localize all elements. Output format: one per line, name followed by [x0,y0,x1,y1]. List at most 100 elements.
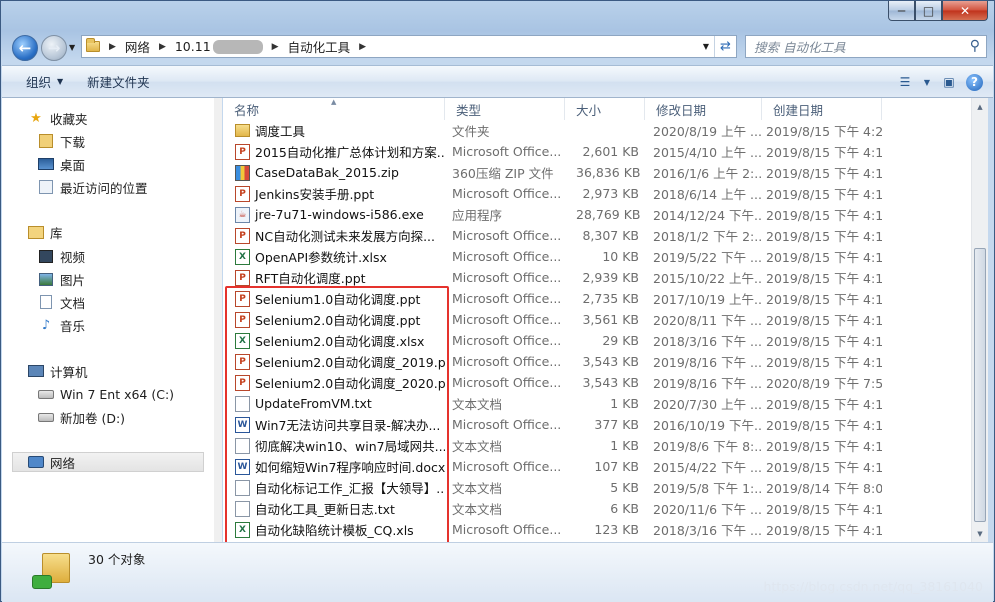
table-row[interactable]: 自动化标记工作_汇报【大领导】... 文本文档 5 KB 2019/5/8 下午 1:… [223,477,971,498]
nav-item-drive-c[interactable]: Win 7 Ent x64 (C:) [38,384,174,404]
table-row[interactable]: X Selenium2.0自动化调度.xlsx Microsoft Office..… [223,330,971,351]
ppt-file-icon: P [235,290,250,307]
new-folder-button[interactable]: 新建文件夹 [75,72,162,91]
scroll-up-icon[interactable]: ▲ [972,98,988,115]
table-row[interactable]: P RFT自动化调度.ppt Microsoft Office... 2,939 KB… [223,267,971,288]
nav-item-documents[interactable]: 文档 [38,292,85,312]
nav-item-downloads[interactable]: 下载 [38,131,85,151]
table-row[interactable]: X 自动化缺陷统计模板_CQ.xls Microsoft Office... 123 … [223,519,971,540]
file-name-cell[interactable]: X OpenAPI参数统计.xlsx [223,247,445,266]
scroll-down-icon[interactable]: ▼ [972,525,988,542]
file-list-scrollbar[interactable]: ▲ ▼ [971,98,988,542]
nav-item-videos[interactable]: 视频 [38,246,85,266]
nav-computer[interactable]: 计算机 [28,361,88,381]
breadcrumb-separator[interactable]: ▶ [354,42,371,52]
nav-item-recent[interactable]: 最近访问的位置 [38,177,148,197]
file-name-cell[interactable]: P RFT自动化调度.ppt [223,268,445,287]
preview-pane-icon[interactable]: ▣ [938,72,960,92]
file-name-cell[interactable]: 调度工具 [223,121,445,140]
breadcrumb-current-folder[interactable]: 自动化工具 [284,37,355,56]
table-row[interactable]: 自动化工具_更新日志.txt 文本文档 6 KB 2020/11/6 下午 ... 20… [223,498,971,519]
file-name-cell[interactable]: P Jenkins安装手册.ppt [223,184,445,203]
doc-file-icon: W [235,416,250,433]
file-type: Microsoft Office... [452,249,562,264]
file-name-cell[interactable]: P Selenium1.0自动化调度.ppt [223,289,445,308]
back-button[interactable]: ← [12,35,38,61]
address-history-dropdown[interactable]: ▼ [698,42,714,51]
file-name-cell[interactable]: P 2015自动化推广总体计划和方案... [223,142,445,161]
breadcrumb-separator[interactable]: ▶ [104,42,121,52]
nav-pane-scrollbar[interactable] [214,98,222,542]
table-row[interactable]: W Win7无法访问共享目录-解决办... Microsoft Office... 3… [223,414,971,435]
table-row[interactable]: P Jenkins安装手册.ppt Microsoft Office... 2,973… [223,183,971,204]
file-size: 5 KB [610,480,639,495]
file-name-cell[interactable]: CaseDataBak_2015.zip [223,164,445,181]
file-type: Microsoft Office... [452,354,562,369]
file-name-cell[interactable]: 自动化标记工作_汇报【大领导】... [223,478,445,497]
column-header-modified[interactable]: 修改日期 [645,98,762,120]
nav-network[interactable]: 网络 [12,452,204,472]
column-header-created[interactable]: 创建日期 [762,98,882,120]
breadcrumb-host[interactable]: 10.11 [171,39,267,54]
table-row[interactable]: P NC自动化测试未来发展方向探... Microsoft Office... 8,3… [223,225,971,246]
file-name-cell[interactable]: ☕ jre-7u71-windows-i586.exe [223,206,445,223]
file-name-cell[interactable]: W Win7无法访问共享目录-解决办... [223,415,445,434]
column-header-name[interactable]: 名称 ▲ [223,98,445,120]
file-name-cell[interactable]: X Selenium2.0自动化调度.xlsx [223,331,445,350]
nav-libraries[interactable]: 库 [28,222,63,242]
organize-button[interactable]: 组织 ▼ [2,72,75,91]
nav-favorites[interactable]: ★ 收藏夹 [28,108,87,128]
column-header-size[interactable]: 大小 [565,98,645,120]
file-name-cell[interactable]: P Selenium2.0自动化调度_2020.p... [223,373,445,392]
table-row[interactable]: ☕ jre-7u71-windows-i586.exe 应用程序 28,769 KB 2… [223,204,971,225]
nav-item-music[interactable]: ♪ 音乐 [38,315,85,335]
file-modified-date: 2020/8/11 下午 ... [653,313,762,328]
minimize-button[interactable]: ─ [888,1,915,21]
xls-file-icon: X [235,332,250,349]
refresh-button[interactable]: ⇄ [714,36,736,57]
table-row[interactable]: P 2015自动化推广总体计划和方案... Microsoft Office... 2… [223,141,971,162]
file-name-cell[interactable]: W 如何缩短Win7程序响应时间.docx [223,457,445,476]
forward-button[interactable]: → [41,35,67,61]
file-type: Microsoft Office... [452,186,562,201]
table-row[interactable]: P Selenium2.0自动化调度.ppt Microsoft Office...… [223,309,971,330]
file-name-cell[interactable]: P Selenium2.0自动化调度.ppt [223,310,445,329]
breadcrumb-network[interactable]: 网络 [121,37,154,56]
file-name-cell[interactable]: UpdateFromVM.txt [223,395,445,412]
table-row[interactable]: 调度工具 文件夹 2020/8/19 上午 ... 2019/8/15 下午 4:23 [223,120,971,141]
file-name-cell[interactable]: P NC自动化测试未来发展方向探... [223,226,445,245]
file-name-cell[interactable]: X 自动化缺陷统计模板_CQ.xls [223,520,445,539]
table-row[interactable]: P Selenium2.0自动化调度_2020.p... Microsoft Off… [223,372,971,393]
file-name-cell[interactable]: 彻底解决win10、win7局域网共... [223,436,445,455]
column-header-type[interactable]: 类型 [445,98,565,120]
doc-file-icon: W [235,458,250,475]
table-row[interactable]: UpdateFromVM.txt 文本文档 1 KB 2020/7/30 上午 ...… [223,393,971,414]
table-row[interactable]: CaseDataBak_2015.zip 360压缩 ZIP 文件 36,836 K… [223,162,971,183]
table-row[interactable]: 彻底解决win10、win7局域网共... 文本文档 1 KB 2019/8/6 下午… [223,435,971,456]
address-bar[interactable]: ▶ 网络 ▶ 10.11 ▶ 自动化工具 ▶ ▼ ⇄ [81,35,737,58]
nav-item-drive-d[interactable]: 新加卷 (D:) [38,407,125,427]
table-row[interactable]: P Selenium1.0自动化调度.ppt Microsoft Office...… [223,288,971,309]
nav-item-pictures[interactable]: 图片 [38,269,85,289]
file-created-date: 2019/8/14 下午 8:08 [766,481,882,496]
file-name-cell[interactable]: P Selenium2.0自动化调度_2019.p... [223,352,445,371]
scrollbar-thumb[interactable] [974,248,986,522]
help-icon[interactable]: ? [966,73,983,91]
table-row[interactable]: W 如何缩短Win7程序响应时间.docx Microsoft Office... 1… [223,456,971,477]
nav-item-desktop[interactable]: 桌面 [38,154,85,174]
file-name: Selenium2.0自动化调度.ppt [255,313,421,328]
file-name-cell[interactable]: 自动化工具_更新日志.txt [223,499,445,518]
maximize-button[interactable]: □ [915,1,942,21]
view-dropdown-icon[interactable]: ▼ [922,72,932,92]
file-modified-date: 2014/12/24 下午... [653,208,762,223]
view-options-icon[interactable]: ☰ [894,72,916,92]
file-size: 1 KB [610,438,639,453]
recent-pages-dropdown[interactable]: ▼ [69,43,75,52]
table-row[interactable]: X OpenAPI参数统计.xlsx Microsoft Office... 10 K… [223,246,971,267]
table-row[interactable]: P Selenium2.0自动化调度_2019.p... Microsoft Off… [223,351,971,372]
breadcrumb-separator[interactable]: ▶ [154,42,171,52]
search-input[interactable]: 搜索 自动化工具 ⚲ [745,35,987,58]
close-button[interactable]: ✕ [942,1,988,21]
search-icon[interactable]: ⚲ [970,38,980,54]
breadcrumb-separator[interactable]: ▶ [267,42,284,52]
